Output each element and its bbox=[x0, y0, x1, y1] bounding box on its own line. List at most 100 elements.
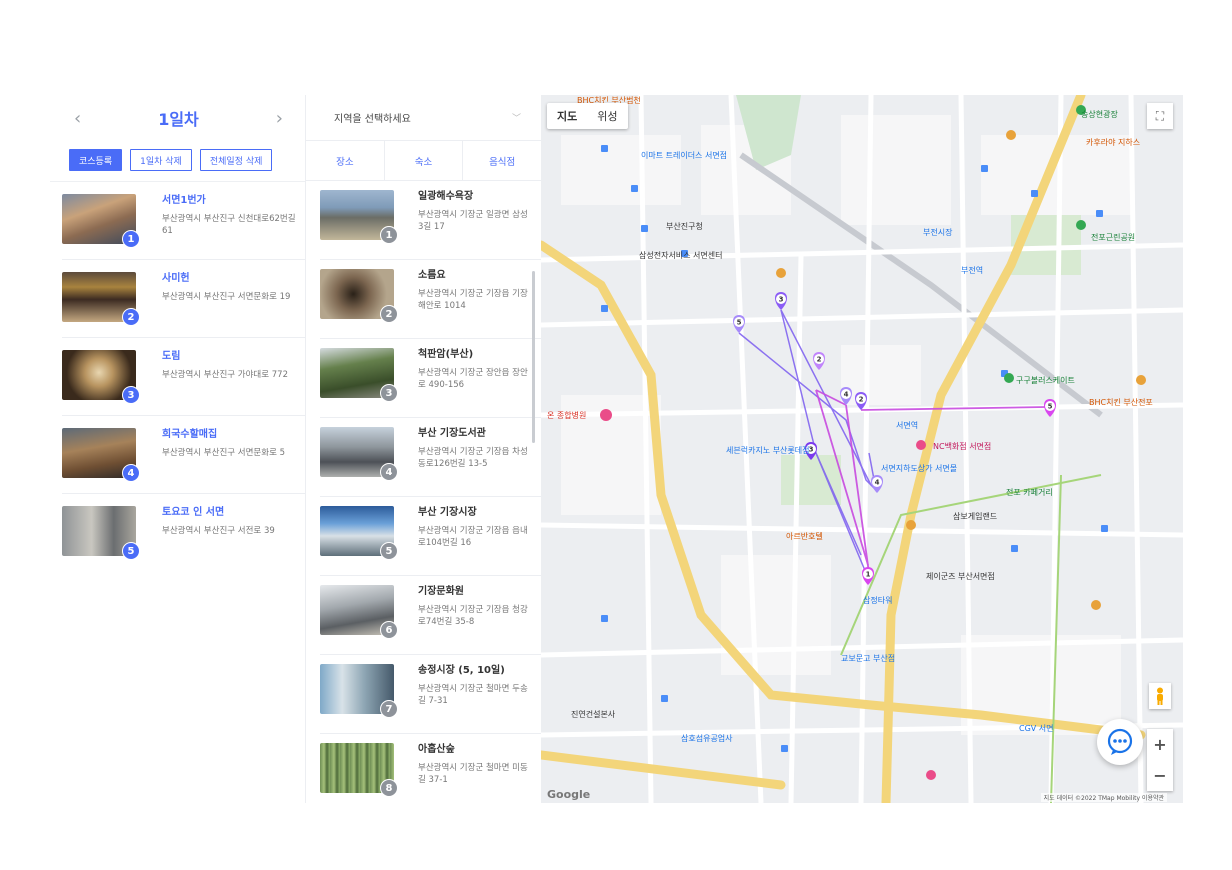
place-item-name: 척판암(부산) bbox=[418, 349, 474, 360]
tab-lodging[interactable]: 숙소 bbox=[385, 141, 464, 180]
course-item-address: 부산광역시 부산진구 서면문화로 19 bbox=[162, 292, 291, 302]
place-list-scrollbar[interactable] bbox=[532, 271, 535, 443]
zoom-in-button[interactable]: + bbox=[1147, 729, 1173, 760]
place-item[interactable]: 6 기장문화원 부산광역시 기장군 기장읍 청강로74번길 35-8 bbox=[320, 576, 541, 655]
map-label: 카후라야 지하스 bbox=[1086, 138, 1141, 147]
zoom-control: + − bbox=[1147, 729, 1173, 791]
place-thumbnail: 6 bbox=[320, 585, 398, 639]
place-item-name: 부산 기장시장 bbox=[418, 507, 477, 518]
course-item-name: 도림 bbox=[162, 351, 181, 362]
place-item[interactable]: 5 부산 기장시장 부산광역시 기장군 기장읍 읍내로104번길 16 bbox=[320, 497, 541, 576]
map-label: 온 종합병원 bbox=[547, 411, 587, 420]
map-label: 제이군즈 부산서면점 bbox=[926, 572, 995, 581]
course-panel: ‹ 1일차 › 코스등록 1일차 삭제 전체일정 삭제 1 서면1번가 부산광역… bbox=[50, 95, 305, 803]
place-item-name: 기장문화원 bbox=[418, 586, 464, 597]
map-label: 삼호섬유공업사 bbox=[681, 734, 733, 743]
map-view[interactable]: 5 3 2 4 2 3 4 1 5 BHC치킨 부산범천 이마트 트레이더스 서… bbox=[541, 95, 1183, 803]
course-actions: 코스등록 1일차 삭제 전체일정 삭제 bbox=[50, 141, 305, 181]
svg-text:5: 5 bbox=[1048, 403, 1053, 411]
svg-text:4: 4 bbox=[844, 391, 849, 399]
google-logo: Google bbox=[547, 788, 591, 801]
tab-restaurants[interactable]: 음식점 bbox=[463, 141, 541, 180]
place-thumbnail: 4 bbox=[320, 427, 398, 481]
zoom-out-button[interactable]: − bbox=[1147, 760, 1173, 791]
region-select[interactable]: 지역을 선택하세요 ﹀ bbox=[306, 95, 541, 141]
place-number-badge: 3 bbox=[380, 384, 398, 402]
place-number-badge: 6 bbox=[380, 621, 398, 639]
chat-icon[interactable] bbox=[1097, 719, 1143, 765]
map-label: 서면역 bbox=[896, 421, 919, 430]
map-label: 진연건설본사 bbox=[571, 710, 616, 719]
course-thumbnail: 3 bbox=[62, 350, 140, 404]
svg-text:3: 3 bbox=[779, 296, 784, 304]
place-item[interactable]: 7 송정시장 (5, 10일) 부산광역시 기장군 철마면 두송길 7-31 bbox=[320, 655, 541, 734]
place-item-address: 부산광역시 기장군 일광면 삼성3길 17 bbox=[418, 210, 528, 232]
map-label: 송상현광장 bbox=[1081, 110, 1118, 119]
map-label: 서면지하도상가 서면몰 bbox=[881, 464, 958, 473]
map-type-map-button[interactable]: 지도 bbox=[547, 103, 587, 129]
map-label: 부전시장 bbox=[923, 228, 953, 237]
delete-all-button[interactable]: 전체일정 삭제 bbox=[199, 149, 273, 171]
place-item-address: 부산광역시 기장군 기장읍 읍내로104번길 16 bbox=[418, 526, 528, 548]
svg-text:2: 2 bbox=[859, 396, 864, 404]
place-item-name: 송정시장 (5, 10일) bbox=[418, 665, 505, 676]
course-item[interactable]: 3 도림 부산광역시 부산진구 가야대로 772 bbox=[62, 338, 305, 416]
fullscreen-icon[interactable]: ⛶ bbox=[1147, 103, 1173, 129]
place-number-badge: 8 bbox=[380, 779, 398, 797]
place-number-badge: 2 bbox=[380, 305, 398, 323]
day-title: 1일차 bbox=[158, 110, 199, 129]
svg-text:1: 1 bbox=[866, 571, 871, 579]
street-view-pegman-icon[interactable] bbox=[1149, 683, 1171, 709]
course-item-name: 토요코 인 서면 bbox=[162, 507, 225, 518]
place-item[interactable]: 4 부산 기장도서관 부산광역시 기장군 기장읍 차성동로126번길 13-5 bbox=[320, 418, 541, 497]
map-label: 부산진구청 bbox=[666, 222, 703, 231]
place-item[interactable]: 8 아홉산숲 부산광역시 기장군 철마면 미동길 37-1 bbox=[320, 734, 541, 803]
map-type-satellite-button[interactable]: 위성 bbox=[587, 103, 627, 129]
map-label: 교보문고 부산점 bbox=[841, 654, 896, 663]
place-item-address: 부산광역시 기장군 기장읍 차성동로126번길 13-5 bbox=[418, 447, 528, 469]
svg-text:4: 4 bbox=[875, 479, 880, 487]
course-item[interactable]: 4 희국수할매집 부산광역시 부산진구 서면문화로 5 bbox=[62, 416, 305, 494]
course-item-address: 부산광역시 부산진구 가야대로 772 bbox=[162, 370, 288, 380]
map-label: NC백화점 서면점 bbox=[933, 442, 992, 451]
svg-text:2: 2 bbox=[817, 356, 822, 364]
place-item-name: 소름요 bbox=[418, 270, 446, 281]
place-item-address: 부산광역시 기장군 철마면 두송길 7-31 bbox=[418, 684, 528, 706]
map-label: 전포 카페거리 bbox=[1006, 488, 1053, 497]
delete-day-button[interactable]: 1일차 삭제 bbox=[130, 149, 192, 171]
place-list: 1 일광해수욕장 부산광역시 기장군 일광면 삼성3길 17 2 소름요 부산광… bbox=[306, 181, 541, 803]
places-panel: 지역을 선택하세요 ﹀ 장소 숙소 음식점 1 일광해수욕장 부산광역시 기장군… bbox=[305, 95, 541, 803]
region-placeholder: 지역을 선택하세요 bbox=[334, 114, 411, 125]
course-item-name: 서면1번가 bbox=[162, 195, 206, 206]
place-item[interactable]: 2 소름요 부산광역시 기장군 기장읍 기장해안로 1014 bbox=[320, 260, 541, 339]
course-number-badge: 1 bbox=[122, 230, 140, 248]
register-course-button[interactable]: 코스등록 bbox=[69, 149, 123, 171]
place-item-name: 부산 기장도서관 bbox=[418, 428, 486, 439]
category-tabs: 장소 숙소 음식점 bbox=[306, 141, 541, 181]
tab-places[interactable]: 장소 bbox=[306, 141, 385, 180]
map-label: 구구볼러스케이트 bbox=[1016, 376, 1075, 385]
course-number-badge: 2 bbox=[122, 308, 140, 326]
next-day-button[interactable]: › bbox=[276, 108, 283, 129]
course-thumbnail: 4 bbox=[62, 428, 140, 482]
prev-day-button[interactable]: ‹ bbox=[74, 108, 81, 129]
course-item[interactable]: 5 토요코 인 서면 부산광역시 부산진구 서전로 39 bbox=[62, 494, 305, 572]
place-item[interactable]: 3 척판암(부산) 부산광역시 기장군 장안읍 장안로 490-156 bbox=[320, 339, 541, 418]
place-thumbnail: 7 bbox=[320, 664, 398, 718]
chevron-down-icon: ﹀ bbox=[511, 114, 521, 124]
map-label: 세븐럭카지노 부산롯데점 bbox=[726, 446, 810, 455]
course-number-badge: 4 bbox=[122, 464, 140, 482]
place-item[interactable]: 1 일광해수욕장 부산광역시 기장군 일광면 삼성3길 17 bbox=[320, 181, 541, 260]
course-thumbnail: 5 bbox=[62, 506, 140, 560]
course-item-name: 희국수할매집 bbox=[162, 429, 218, 440]
map-label: CGV 서면 bbox=[1019, 724, 1054, 733]
course-item[interactable]: 1 서면1번가 부산광역시 부산진구 신천대로62번길 61 bbox=[62, 182, 305, 260]
course-number-badge: 3 bbox=[122, 386, 140, 404]
course-thumbnail: 1 bbox=[62, 194, 140, 248]
course-item-address: 부산광역시 부산진구 신천대로62번길 61 bbox=[162, 214, 296, 236]
map-attribution[interactable]: 지도 데이터 ©2022 TMap Mobility 이용약관 bbox=[1040, 793, 1167, 802]
map-type-control: 지도 위성 bbox=[547, 103, 628, 129]
place-number-badge: 5 bbox=[380, 542, 398, 560]
place-thumbnail: 2 bbox=[320, 269, 398, 323]
course-item[interactable]: 2 사미헌 부산광역시 부산진구 서면문화로 19 bbox=[62, 260, 305, 338]
